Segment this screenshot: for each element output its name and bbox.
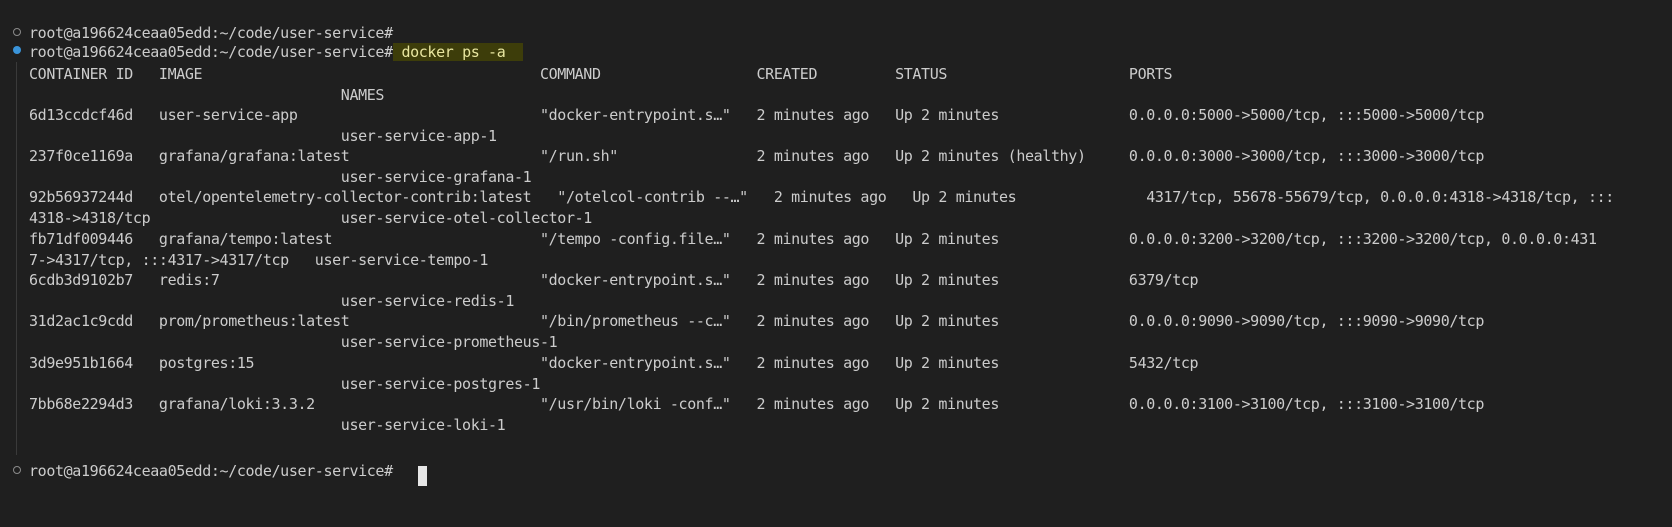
container-row-line-1: fb71df009446 grafana/tempo:latest "/temp… bbox=[29, 230, 1597, 248]
container-row-line-2: user-service-prometheus-1 bbox=[29, 333, 558, 351]
container-row-line-1: 6cdb3d9102b7 redis:7 "docker-entrypoint.… bbox=[29, 271, 1199, 289]
command-decoration-icon[interactable] bbox=[13, 28, 21, 36]
container-row-line-1: 3d9e951b1664 postgres:15 "docker-entrypo… bbox=[29, 354, 1199, 372]
terminal-panel[interactable]: root@a196624ceaa05edd:~/code/user-servic… bbox=[0, 0, 1672, 527]
table-header-line-2: NAMES bbox=[29, 86, 385, 104]
prompt-text: root@a196624ceaa05edd:~/code/user-servic… bbox=[29, 43, 393, 61]
container-row-line-2: user-service-postgres-1 bbox=[29, 375, 541, 393]
container-row-line-2: 7->4317/tcp, :::4317->4317/tcp user-serv… bbox=[29, 251, 489, 269]
terminal-line-prompt-2: root@a196624ceaa05edd:~/code/user-servic… bbox=[29, 460, 393, 482]
container-row-line-2: 4318->4318/tcp user-service-otel-collect… bbox=[29, 209, 592, 227]
command-decoration-icon[interactable] bbox=[13, 466, 21, 474]
container-row-line-1: 6d13ccdcf46d user-service-app "docker-en… bbox=[29, 106, 1485, 124]
container-row-line-2: user-service-redis-1 bbox=[29, 292, 515, 310]
command-output-bar bbox=[16, 62, 17, 455]
prompt-text: root@a196624ceaa05edd:~/code/user-servic… bbox=[29, 24, 393, 42]
command-success-decoration-icon[interactable] bbox=[13, 46, 21, 54]
container-row-line-1: 31d2ac1c9cdd prom/prometheus:latest "/bi… bbox=[29, 312, 1485, 330]
prompt-text: root@a196624ceaa05edd:~/code/user-servic… bbox=[29, 462, 393, 480]
container-row-line-2: user-service-grafana-1 bbox=[29, 168, 532, 186]
container-row-line-1: 92b56937244d otel/opentelemetry-collecto… bbox=[29, 188, 1614, 206]
container-row-line-1: 237f0ce1169a grafana/grafana:latest "/ru… bbox=[29, 147, 1485, 165]
container-row-line-2: user-service-loki-1 bbox=[29, 416, 506, 434]
container-row-line-1: 7bb68e2294d3 grafana/loki:3.3.2 "/usr/bi… bbox=[29, 395, 1485, 413]
terminal-line-command: root@a196624ceaa05edd:~/code/user-servic… bbox=[29, 41, 523, 63]
command-text: docker ps -a bbox=[401, 43, 506, 61]
container-row-line-2: user-service-app-1 bbox=[29, 127, 497, 145]
table-header-line-1: CONTAINER ID IMAGE COMMAND CREATED STATU… bbox=[29, 65, 1173, 83]
terminal-cursor bbox=[418, 466, 427, 486]
